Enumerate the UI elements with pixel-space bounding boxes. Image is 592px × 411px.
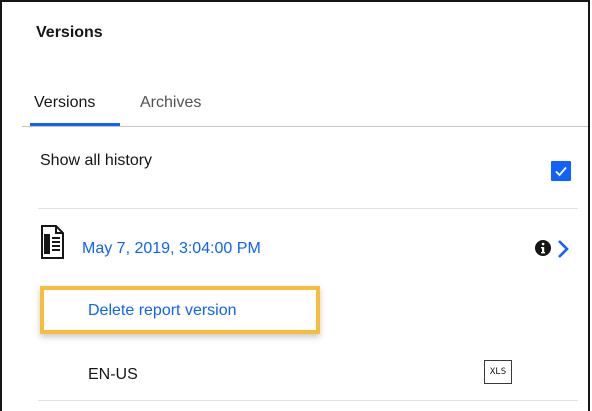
tab-versions[interactable]: Versions [34, 92, 95, 126]
version-date-link[interactable]: May 7, 2019, 3:04:00 PM [82, 240, 261, 258]
chevron-right-icon[interactable] [556, 239, 570, 259]
output-locale: EN-US [88, 366, 138, 383]
panel-title: Versions [36, 24, 103, 41]
info-icon[interactable] [534, 239, 552, 257]
xls-format-icon[interactable]: XLS [484, 360, 512, 384]
row-divider [38, 208, 578, 209]
show-all-history-label: Show all history [40, 152, 153, 169]
versions-panel: Versions Versions Archives Show all hist… [0, 0, 590, 411]
show-all-history-checkbox[interactable] [551, 161, 571, 181]
report-document-icon [41, 225, 64, 259]
row-divider [38, 400, 578, 401]
tab-archives[interactable]: Archives [140, 92, 201, 126]
tabs-divider [22, 126, 588, 127]
checkmark-icon [555, 166, 567, 177]
delete-report-version-link[interactable]: Delete report version [88, 302, 237, 320]
